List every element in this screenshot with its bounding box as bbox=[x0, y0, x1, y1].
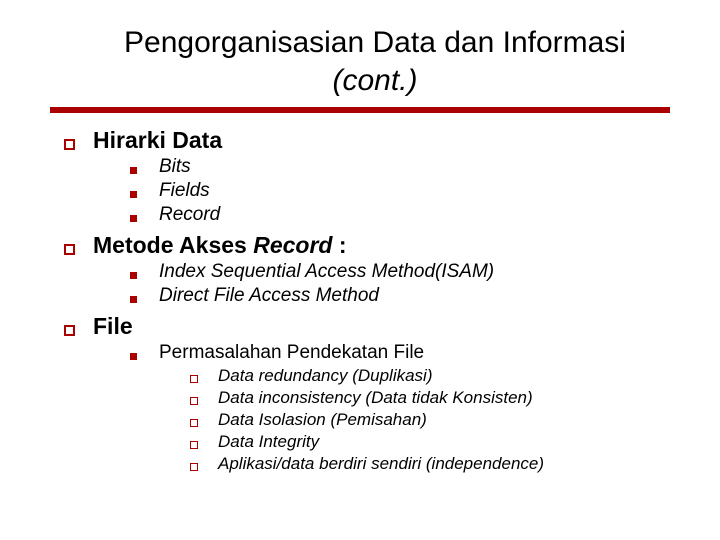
list-item: Aplikasi/data berdiri sendiri (independe… bbox=[190, 454, 660, 474]
slide-title: Pengorganisasian Data dan Informasi (con… bbox=[90, 24, 660, 99]
hollow-square-icon bbox=[64, 325, 75, 336]
item-text: Direct File Access Method bbox=[159, 285, 379, 307]
list-item: Index Sequential Access Method(ISAM) bbox=[130, 261, 660, 283]
item-text: Data redundancy (Duplikasi) bbox=[218, 366, 433, 386]
section-heading: Hirarki Data bbox=[64, 127, 660, 154]
list-item: Bits bbox=[130, 156, 660, 178]
list-item: Direct File Access Method bbox=[130, 285, 660, 307]
filled-square-icon bbox=[130, 167, 137, 174]
hollow-square-icon bbox=[64, 139, 75, 150]
list-item: Record bbox=[130, 204, 660, 226]
filled-square-icon bbox=[130, 215, 137, 222]
section-heading: Metode Akses Record : bbox=[64, 232, 660, 259]
title-underline bbox=[50, 107, 670, 113]
item-text: Data Integrity bbox=[218, 432, 319, 452]
filled-square-icon bbox=[130, 353, 137, 360]
heading-text: Hirarki Data bbox=[93, 127, 222, 154]
hollow-square-icon bbox=[190, 419, 198, 427]
item-text: Data inconsistency (Data tidak Konsisten… bbox=[218, 388, 533, 408]
item-text: Permasalahan Pendekatan File bbox=[159, 342, 424, 364]
hollow-square-icon bbox=[190, 463, 198, 471]
filled-square-icon bbox=[130, 296, 137, 303]
item-text: Index Sequential Access Method(ISAM) bbox=[159, 261, 494, 283]
heading-text: Metode Akses Record : bbox=[93, 232, 347, 259]
section-heading: File bbox=[64, 313, 660, 340]
list-item: Data Integrity bbox=[190, 432, 660, 452]
hollow-square-icon bbox=[190, 397, 198, 405]
heading-text: File bbox=[93, 313, 133, 340]
item-text: Bits bbox=[159, 156, 191, 178]
filled-square-icon bbox=[130, 191, 137, 198]
list-item: Data redundancy (Duplikasi) bbox=[190, 366, 660, 386]
list-item: Data Isolasion (Pemisahan) bbox=[190, 410, 660, 430]
hollow-square-icon bbox=[190, 375, 198, 383]
item-text: Fields bbox=[159, 180, 210, 202]
item-text: Aplikasi/data berdiri sendiri (independe… bbox=[218, 454, 544, 474]
filled-square-icon bbox=[130, 272, 137, 279]
list-item: Permasalahan Pendekatan File bbox=[130, 342, 660, 364]
title-text: Pengorganisasian Data dan Informasi bbox=[124, 26, 626, 59]
item-text: Record bbox=[159, 204, 220, 226]
title-cont: (cont.) bbox=[332, 64, 417, 97]
list-item: Fields bbox=[130, 180, 660, 202]
item-text: Data Isolasion (Pemisahan) bbox=[218, 410, 427, 430]
hollow-square-icon bbox=[190, 441, 198, 449]
list-item: Data inconsistency (Data tidak Konsisten… bbox=[190, 388, 660, 408]
hollow-square-icon bbox=[64, 244, 75, 255]
